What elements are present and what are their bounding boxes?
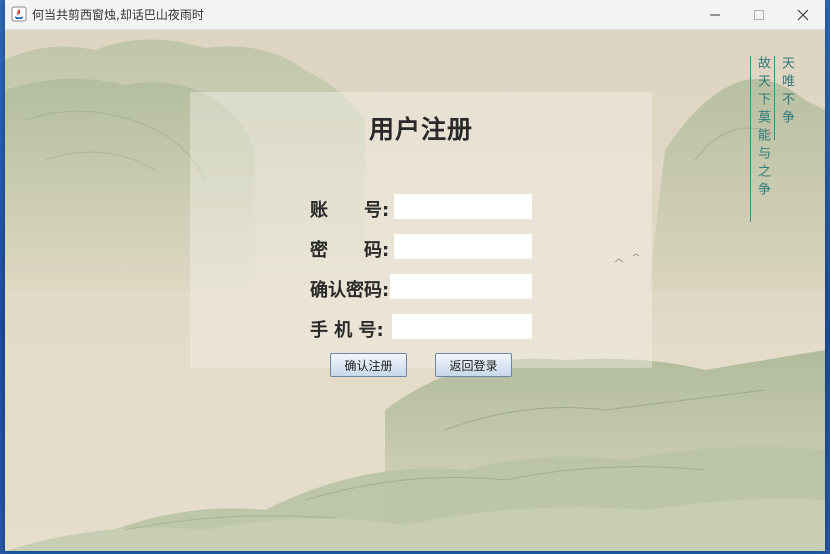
back-to-login-button[interactable]: 返回登录 bbox=[435, 353, 512, 377]
confirm-register-button[interactable]: 确认注册 bbox=[330, 353, 407, 377]
password-input[interactable] bbox=[394, 234, 532, 259]
account-label: 账 号: bbox=[310, 200, 390, 221]
poem-column-2: 故天下莫能与之争 bbox=[755, 56, 770, 200]
phone-input[interactable] bbox=[392, 314, 532, 339]
minimize-icon bbox=[710, 14, 720, 15]
minimize-button[interactable] bbox=[693, 0, 737, 29]
close-icon bbox=[797, 9, 809, 20]
close-button[interactable] bbox=[781, 0, 825, 29]
account-input[interactable] bbox=[394, 194, 532, 219]
java-app-icon bbox=[11, 6, 27, 22]
title-bar[interactable]: 何当共剪西窗烛,却话巴山夜雨时 bbox=[5, 0, 825, 30]
phone-label: 手 机 号: bbox=[310, 320, 384, 341]
poem-border-middle bbox=[774, 56, 775, 140]
maximize-icon bbox=[754, 9, 764, 20]
confirm-password-label: 确认密码: bbox=[310, 280, 390, 301]
confirm-password-input[interactable] bbox=[390, 274, 532, 299]
maximize-button[interactable] bbox=[737, 0, 781, 29]
poem-column-1: 天唯不争 bbox=[779, 56, 794, 128]
page-title: 用户注册 bbox=[368, 115, 473, 144]
password-label: 密 码: bbox=[310, 240, 390, 261]
app-window: 何当共剪西窗烛,却话巴山夜雨时 用户注册 账 号: 密 码: 确认密码: 手 机… bbox=[5, 0, 825, 551]
window-title: 何当共剪西窗烛,却话巴山夜雨时 bbox=[32, 8, 204, 22]
poem-border-left bbox=[750, 56, 751, 222]
